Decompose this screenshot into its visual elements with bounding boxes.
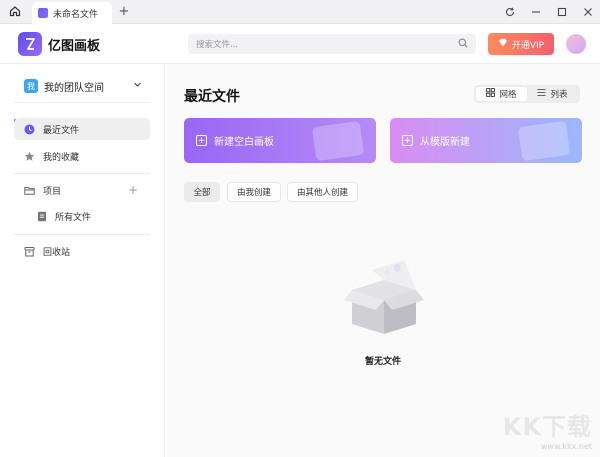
file-icon — [36, 211, 47, 222]
watermark: KK下载 www.kkx.net — [503, 407, 592, 451]
sidebar-item-trash[interactable]: 回收站 — [14, 240, 150, 262]
add-project-button[interactable]: + — [128, 183, 138, 197]
document-tab-label: 未命名文件 — [53, 9, 99, 20]
sidebar-item-label: 最近文件 — [43, 125, 80, 136]
window-controls — [504, 0, 594, 24]
view-list-label: 列表 — [550, 90, 568, 100]
chevron-down-icon[interactable] — [133, 80, 142, 92]
app-logo-icon — [38, 8, 48, 18]
empty-state-text: 暂无文件 — [364, 357, 401, 367]
clock-icon — [24, 124, 35, 135]
plus-icon: + — [402, 135, 413, 146]
sidebar-item-recent[interactable]: 最近文件 — [14, 118, 150, 140]
new-tab-button[interactable]: + — [116, 3, 132, 21]
minimize-icon[interactable] — [530, 6, 542, 18]
refresh-icon[interactable] — [504, 6, 516, 18]
home-icon — [9, 5, 21, 20]
sidebar-item-label: 回收站 — [43, 247, 71, 258]
team-badge: 我 — [24, 79, 38, 93]
filter-created-by-others[interactable]: 由其他人创建 — [287, 182, 358, 202]
vip-button[interactable]: 开通VIP — [488, 33, 554, 55]
page-title: 最近文件 — [184, 89, 240, 105]
brand-logo-icon — [18, 32, 42, 56]
search-placeholder: 搜索文件... — [196, 40, 239, 50]
watermark-logo: KK下载 — [502, 413, 592, 441]
brand[interactable]: 亿图画板 — [18, 32, 100, 56]
grid-icon — [486, 88, 496, 100]
view-grid-button[interactable]: 网格 — [476, 87, 527, 101]
new-from-template-card[interactable]: + 从模版新建 — [390, 118, 582, 163]
team-space-selector[interactable]: 我 我的团队空间 — [24, 76, 142, 96]
view-grid-label: 网格 — [499, 90, 517, 100]
maximize-icon[interactable] — [556, 6, 568, 18]
template-illustration-icon — [517, 120, 571, 162]
sidebar-divider — [14, 234, 150, 235]
sidebar-item-projects[interactable]: 项目 + — [14, 179, 150, 201]
diamond-icon — [498, 38, 508, 50]
new-blank-board-label: 新建空白画板 — [214, 137, 274, 148]
star-icon — [24, 151, 35, 162]
sidebar-divider — [14, 173, 150, 174]
main-content: 最近文件 网格 列表 + 新建空白画板 + 从模版新建 全部 由我创建 由其他人… — [166, 64, 600, 457]
tab-bar: 未命名文件 + — [0, 0, 600, 24]
sidebar-divider — [14, 102, 150, 103]
new-from-template-label: 从模版新建 — [420, 137, 470, 148]
list-icon — [537, 88, 546, 100]
vip-label: 开通VIP — [511, 40, 545, 51]
watermark-url: www.kkx.net — [540, 442, 592, 451]
view-list-button[interactable]: 列表 — [527, 87, 578, 101]
team-name: 我的团队空间 — [44, 82, 104, 94]
app-header: 亿图画板 搜索文件... 开通VIP — [0, 24, 600, 64]
trash-icon — [24, 246, 35, 257]
plus-icon: + — [196, 135, 207, 146]
sidebar-item-favorites[interactable]: 我的收藏 — [14, 145, 150, 167]
board-illustration-icon — [311, 120, 365, 162]
search-input[interactable]: 搜索文件... — [188, 34, 476, 54]
view-toggle: 网格 列表 — [474, 85, 580, 103]
sidebar: 我 我的团队空间 最近文件 我的收藏 项目 + 所有文件 回收站 — [0, 64, 165, 457]
new-blank-board-card[interactable]: + 新建空白画板 — [184, 118, 376, 163]
sidebar-item-label: 所有文件 — [55, 212, 92, 223]
close-icon[interactable] — [582, 6, 594, 18]
home-tab[interactable] — [0, 0, 30, 24]
sidebar-item-label: 我的收藏 — [43, 152, 80, 163]
empty-box-illustration — [342, 260, 426, 340]
filter-created-by-me[interactable]: 由我创建 — [227, 182, 281, 202]
sidebar-item-all-files[interactable]: 所有文件 — [14, 205, 150, 227]
search-icon[interactable] — [458, 38, 468, 51]
sidebar-item-label: 项目 — [43, 186, 62, 197]
user-avatar[interactable] — [566, 34, 586, 54]
folder-icon — [24, 185, 35, 196]
brand-name: 亿图画板 — [48, 38, 101, 54]
filter-all[interactable]: 全部 — [184, 182, 220, 202]
document-tab[interactable]: 未命名文件 — [32, 2, 112, 24]
